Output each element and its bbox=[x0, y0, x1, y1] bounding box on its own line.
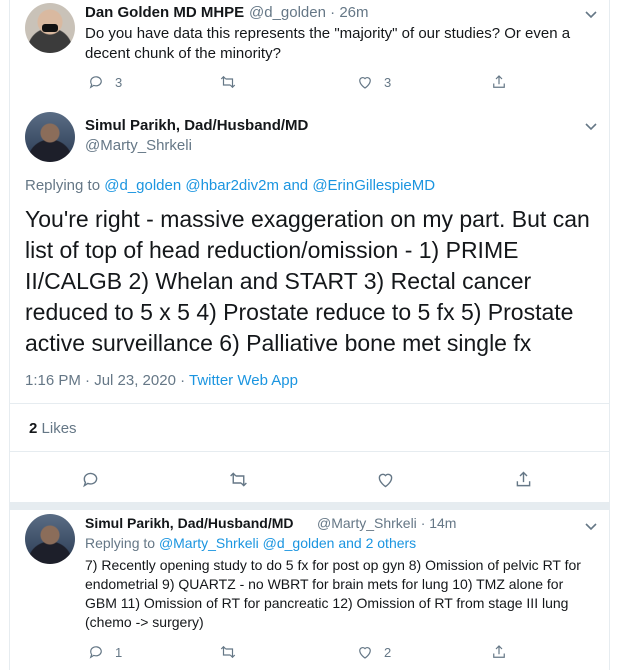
tweet-text: Do you have data this represents the "ma… bbox=[85, 25, 571, 62]
like-count: 3 bbox=[384, 74, 392, 90]
tweet-time[interactable]: 26m bbox=[339, 4, 368, 21]
author-handle[interactable]: @d_golden · 26m bbox=[249, 4, 369, 21]
reply-icon bbox=[89, 76, 102, 89]
share-icon bbox=[493, 75, 505, 88]
author-name[interactable]: Simul Parikh, Dad/Husband/MD bbox=[85, 515, 293, 531]
share-button[interactable] bbox=[490, 73, 508, 91]
avatar[interactable] bbox=[25, 3, 75, 53]
tweet-text: 7) Recently opening study to do 5 fx for… bbox=[85, 557, 581, 630]
share-button[interactable] bbox=[490, 643, 508, 661]
share-button[interactable] bbox=[513, 470, 534, 488]
replying-to-links[interactable]: @d_golden @hbar2div2m bbox=[104, 177, 279, 194]
like-icon bbox=[378, 473, 393, 487]
replying-to-link-erin[interactable]: @ErinGillespieMD bbox=[312, 177, 435, 194]
like-button[interactable]: 3 bbox=[356, 73, 391, 91]
retweet-icon bbox=[230, 471, 247, 487]
avatar[interactable] bbox=[25, 514, 75, 564]
share-icon bbox=[516, 471, 531, 486]
reply-count: 1 bbox=[115, 644, 123, 660]
share-icon bbox=[493, 645, 505, 658]
tweet-source[interactable]: Twitter Web App bbox=[189, 372, 298, 389]
section-divider bbox=[9, 502, 610, 510]
divider bbox=[9, 403, 610, 404]
likes-label: Likes bbox=[41, 420, 77, 437]
replying-to: Replying to @d_golden @hbar2div2m and @E… bbox=[25, 177, 436, 194]
replying-to-others[interactable]: and 2 others bbox=[338, 535, 416, 551]
tweet-meta: 1:16 PM · Jul 23, 2020 · Twitter Web App bbox=[25, 372, 298, 389]
retweet-button[interactable] bbox=[219, 73, 237, 91]
chevron-down-icon[interactable] bbox=[583, 118, 599, 134]
likes-summary[interactable]: 2 Likes bbox=[29, 420, 77, 437]
tweet-time[interactable]: · 14m bbox=[421, 515, 457, 531]
reply-icon bbox=[89, 646, 102, 659]
chevron-down-icon[interactable] bbox=[583, 6, 599, 22]
timeline-border-left bbox=[9, 0, 10, 670]
reply-button[interactable]: 1 bbox=[87, 643, 122, 661]
retweet-icon bbox=[220, 645, 236, 659]
author-handle[interactable]: @Marty_Shrkeli bbox=[85, 137, 192, 154]
author-handle[interactable]: @Marty_Shrkeli · 14m bbox=[317, 515, 456, 531]
replying-to: Replying to @Marty_Shrkeli @d_golden and… bbox=[85, 535, 417, 551]
replying-to-links[interactable]: @Marty_Shrkeli @d_golden bbox=[159, 535, 335, 551]
like-icon bbox=[359, 77, 371, 89]
reply-button[interactable] bbox=[80, 470, 101, 488]
like-icon bbox=[359, 647, 371, 659]
reply-icon bbox=[83, 472, 98, 487]
chevron-down-icon[interactable] bbox=[583, 518, 599, 534]
tweet-text: You're right - massive exaggeration on m… bbox=[25, 206, 590, 356]
retweet-button[interactable] bbox=[228, 470, 249, 488]
like-button[interactable] bbox=[375, 470, 396, 488]
author-name[interactable]: Simul Parikh, Dad/Husband/MD bbox=[85, 117, 308, 134]
likes-count: 2 bbox=[29, 420, 38, 437]
reply-button[interactable]: 3 bbox=[87, 73, 122, 91]
divider bbox=[9, 451, 610, 452]
tweet-timestamp[interactable]: 1:16 PM · Jul 23, 2020 · bbox=[25, 372, 185, 389]
timeline-border-right bbox=[609, 0, 610, 670]
like-button[interactable]: 2 bbox=[356, 643, 391, 661]
retweet-button[interactable] bbox=[219, 643, 237, 661]
retweet-icon bbox=[220, 75, 236, 89]
like-count: 2 bbox=[384, 644, 392, 660]
reply-count: 3 bbox=[115, 74, 123, 90]
author-name[interactable]: Dan Golden MD MHPE bbox=[85, 4, 244, 21]
avatar[interactable] bbox=[25, 112, 75, 162]
